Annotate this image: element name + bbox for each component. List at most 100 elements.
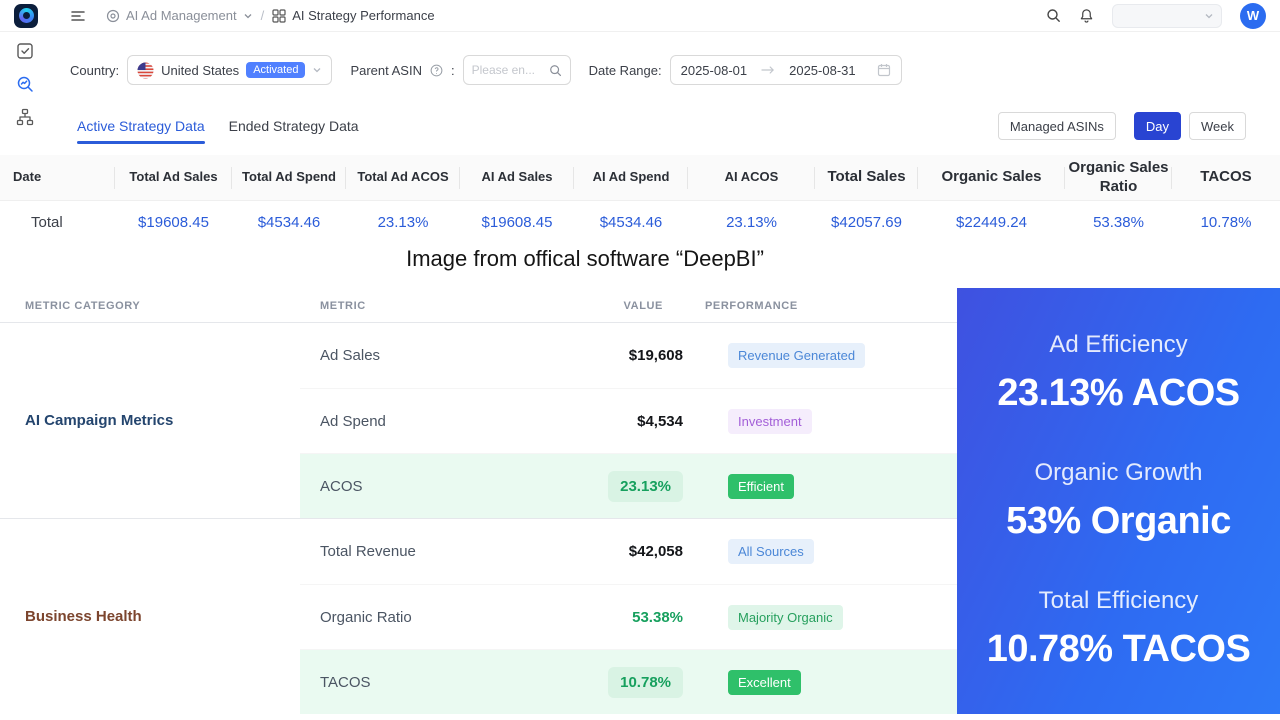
total-row-cell: 23.13% [688,214,815,231]
kpi-label: Total Efficiency [987,587,1251,615]
date-range-filter: Date Range: 2025-08-01 2025-08-31 [589,55,902,85]
grid-icon [272,9,286,23]
column-header-ai-ad-spend: AI Ad Spend [574,169,688,185]
country-select[interactable]: United States Activated [127,55,332,85]
parent-asin-input-box [463,55,571,85]
metric-name: ACOS [320,478,560,495]
country-value: United States [161,63,239,78]
summary-table-header: Date Total Ad Sales Total Ad Spend Total… [0,155,1280,201]
total-row-cell: 53.38% [1065,214,1172,231]
kpi-label: Organic Growth [1006,459,1231,487]
menu-collapse-icon[interactable] [70,8,86,24]
total-row-label: Total [0,214,115,231]
header-metric: METRIC [300,300,540,312]
metric-name: Organic Ratio [320,609,560,626]
country-label: Country: [70,63,119,78]
arrow-right-icon [761,65,775,75]
metric-value: $19,608 [629,347,683,364]
deepbi-logo[interactable] [14,4,38,28]
total-row-cell: $4534.46 [232,214,346,231]
total-row-cell: 23.13% [346,214,460,231]
category-label: AI Campaign Metrics [0,323,300,518]
total-row-cell: $42057.69 [815,214,918,231]
search-icon[interactable] [1046,8,1061,23]
performance-badge: Revenue Generated [728,343,865,368]
kpi-total-efficiency: Total Efficiency 10.78% TACOS [987,587,1251,671]
week-button[interactable]: Week [1189,112,1246,140]
kpi-label: Ad Efficiency [997,331,1239,359]
performance-badge: Majority Organic [728,605,843,630]
metric-value: 23.13% [608,471,683,502]
parent-asin-label: Parent ASIN [350,63,422,78]
kpi-ad-efficiency: Ad Efficiency 23.13% ACOS [997,331,1239,415]
performance-badge: Efficient [728,474,794,499]
tab-ended-strategy-data[interactable]: Ended Strategy Data [229,118,359,134]
column-header-tacos: TACOS [1172,168,1280,187]
performance-badge: Excellent [728,670,801,695]
metric-name: Total Revenue [320,543,560,560]
kpi-value: 10.78% TACOS [987,628,1251,671]
kpi-value: 53% Organic [1006,500,1231,543]
kpi-value: 23.13% ACOS [997,372,1239,415]
performance-badge: Investment [728,409,812,434]
column-header-total-ad-spend: Total Ad Spend [232,169,346,185]
column-header-ai-acos: AI ACOS [688,169,815,185]
sidebar-item-strategy-check-icon[interactable] [16,42,34,60]
parent-asin-colon: : [451,63,455,78]
metric-value: 53.38% [632,609,683,626]
sidebar-item-performance-search-icon[interactable] [16,75,34,93]
bell-icon[interactable] [1079,8,1094,23]
breadcrumb-separator: / [261,8,265,23]
topbar-select[interactable] [1112,4,1222,28]
kpi-overlay-panel: Ad Efficiency 23.13% ACOS Organic Growth… [957,288,1280,714]
column-header-organic-sales: Organic Sales [918,168,1065,187]
tab-active-strategy-data[interactable]: Active Strategy Data [77,118,205,134]
calendar-icon [877,63,891,77]
table-row-total: Total $19608.45 $4534.46 23.13% $19608.4… [0,201,1280,243]
activated-badge: Activated [246,62,305,78]
column-header-total-sales: Total Sales [815,168,918,187]
metric-name: Ad Sales [320,347,560,364]
image-caption: Image from offical software “DeepBI” [0,246,1170,272]
header-value: VALUE [540,300,663,312]
total-row-cell: $4534.46 [574,214,688,231]
header-performance: PERFORMANCE [705,300,798,312]
total-row-cell: $19608.45 [115,214,232,231]
date-range-picker[interactable]: 2025-08-01 2025-08-31 [670,55,902,85]
us-flag-icon [137,62,154,79]
date-start[interactable]: 2025-08-01 [681,63,748,78]
breadcrumb: AI Ad Management / AI Strategy Performan… [106,8,435,23]
managed-asins-button[interactable]: Managed ASINs [998,112,1116,140]
country-filter: Country: United States Activated [70,55,332,85]
info-icon [430,64,443,77]
breadcrumb-section[interactable]: AI Ad Management [126,8,237,23]
column-header-organic-sales-ratio: Organic Sales Ratio [1065,159,1172,197]
header-metric-category: METRIC CATEGORY [0,300,300,312]
avatar[interactable]: W [1240,3,1266,29]
day-button[interactable]: Day [1134,112,1181,140]
metric-name: Ad Spend [320,413,560,430]
chevron-down-icon [1204,11,1214,21]
topbar: AI Ad Management / AI Strategy Performan… [0,0,1280,32]
kpi-organic-growth: Organic Growth 53% Organic [1006,459,1231,543]
summary-table: Date Total Ad Sales Total Ad Spend Total… [0,155,1280,243]
column-header-total-ad-sales: Total Ad Sales [115,169,232,185]
metric-value: $4,534 [637,413,683,430]
filter-bar: Country: United States Activated Parent … [70,55,920,85]
column-header-ai-ad-sales: AI Ad Sales [460,169,574,185]
date-end[interactable]: 2025-08-31 [789,63,856,78]
tabs-row: Active Strategy Data Ended Strategy Data… [0,110,1280,142]
chevron-down-icon [312,65,322,75]
chevron-down-icon[interactable] [243,11,253,21]
total-row-cell: 10.78% [1172,214,1280,231]
column-header-date: Date [0,169,115,185]
tabs-buttons: Managed ASINs Day Week [998,112,1280,140]
total-row-cell: $19608.45 [460,214,574,231]
search-icon[interactable] [549,64,562,77]
parent-asin-input[interactable] [472,63,545,77]
topbar-actions: W [1046,3,1266,29]
metric-value: $42,058 [629,543,683,560]
performance-badge: All Sources [728,539,814,564]
metric-name: TACOS [320,674,560,691]
parent-asin-filter: Parent ASIN : [350,55,570,85]
